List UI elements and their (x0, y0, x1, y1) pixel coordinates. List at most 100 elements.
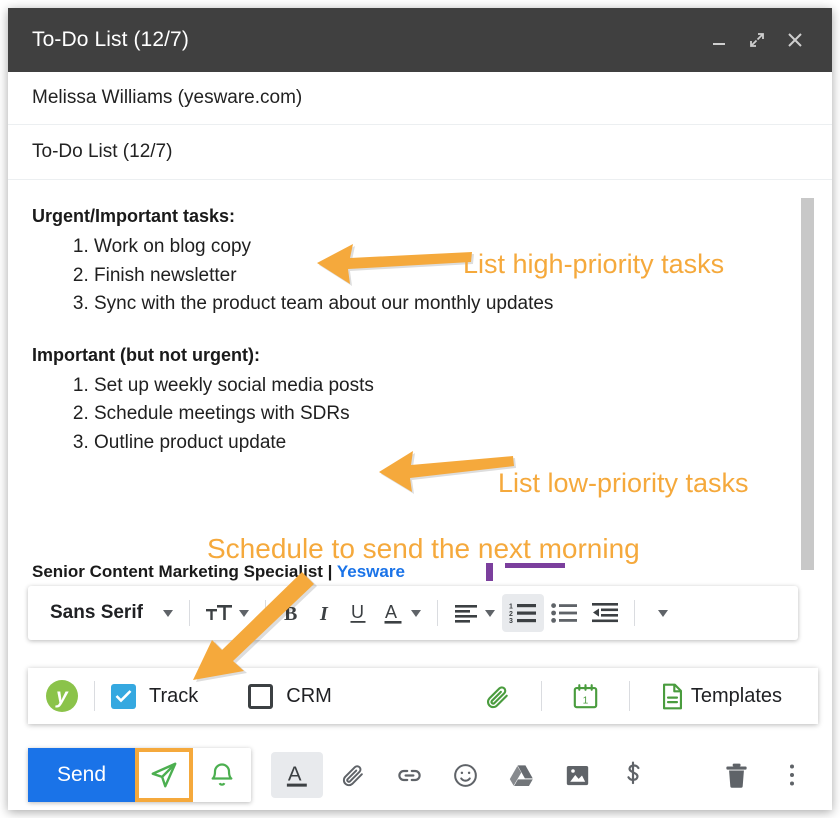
compose-titlebar: To-Do List (12/7) (8, 8, 832, 72)
insert-photo-icon[interactable] (551, 752, 603, 798)
minimize-button[interactable] (700, 20, 738, 60)
signature-company-link[interactable]: Yesware (337, 562, 405, 581)
subject-field[interactable]: To-Do List (12/7) (8, 125, 832, 180)
task-list-important: Set up weekly social media posts Schedul… (32, 372, 772, 458)
subject-value: To-Do List (12/7) (32, 141, 173, 162)
compose-screenshot: To-Do List (12/7) Melissa Williams (yesw (0, 0, 840, 818)
svg-text:I: I (319, 603, 329, 625)
bold-button[interactable]: B (275, 594, 309, 632)
align-left-icon (454, 605, 477, 623)
section-heading-important: Important (but not urgent): (32, 344, 260, 365)
font-family-label: Sans Serif (50, 602, 143, 623)
send-button-label: Send (57, 763, 107, 786)
svg-text:A: A (385, 602, 397, 622)
list-item: Work on blog copy (94, 233, 772, 262)
underline-icon: U (350, 602, 366, 623)
toolbar-divider (628, 681, 630, 711)
kebab-menu-icon (790, 764, 794, 786)
align-button[interactable] (447, 594, 502, 632)
insert-link-icon[interactable] (383, 752, 435, 798)
bulleted-list-button[interactable] (544, 594, 585, 632)
message-body[interactable]: Urgent/Important tasks: Work on blog cop… (8, 180, 832, 585)
toolbar-divider (94, 681, 95, 711)
trash-icon (725, 763, 747, 788)
svg-text:2: 2 (509, 611, 513, 618)
calendar-icon[interactable]: 1 (558, 683, 613, 710)
compose-window-title: To-Do List (12/7) (32, 28, 189, 51)
templates-button[interactable]: Templates (646, 683, 800, 710)
discard-draft-icon[interactable] (710, 752, 762, 798)
crm-checkbox-label: CRM (286, 684, 332, 707)
window-controls (700, 20, 814, 60)
toolbar-divider (540, 681, 542, 711)
dollar-icon (627, 761, 640, 785)
list-item: Finish newsletter (94, 262, 772, 291)
message-body-content: Urgent/Important tasks: Work on blog cop… (32, 206, 772, 483)
svg-text:A: A (288, 762, 302, 785)
chevron-down-icon (162, 609, 173, 617)
toolbar-divider (436, 600, 438, 626)
chevron-down-icon (410, 609, 421, 617)
task-list-urgent: Work on blog copy Finish newsletter Sync… (32, 233, 772, 319)
send-toolbar: Send A (28, 748, 818, 802)
compose-window: To-Do List (12/7) Melissa Williams (yesw (8, 8, 832, 810)
track-checkbox-box (111, 683, 136, 709)
list-item: Schedule meetings with SDRs (94, 400, 772, 429)
track-checkbox[interactable]: Track (111, 683, 199, 709)
insert-money-icon[interactable] (607, 752, 659, 798)
yesware-logo-letter: y (56, 684, 68, 708)
toolbar-divider (633, 600, 635, 626)
chevron-down-icon (238, 609, 249, 617)
send-later-button[interactable] (135, 748, 194, 802)
font-size-icon (205, 605, 232, 620)
underline-button[interactable]: U (341, 594, 375, 632)
list-item: Outline product update (94, 429, 772, 458)
templates-icon (662, 683, 682, 709)
signature-title: Senior Content Marketing Specialist (32, 562, 323, 581)
signature-accent-bar (486, 563, 493, 581)
attach-file-icon[interactable] (470, 683, 525, 710)
send-button[interactable]: Send (28, 748, 136, 802)
font-family-caret[interactable] (149, 594, 180, 632)
send-button-group: Send (28, 748, 252, 802)
bulleted-list-icon (551, 603, 577, 623)
indent-less-button[interactable] (585, 594, 625, 632)
reminder-bell-icon (211, 763, 233, 786)
text-color-button[interactable]: A (375, 594, 428, 632)
crm-checkbox-box (248, 683, 274, 709)
expand-button[interactable] (738, 20, 776, 60)
google-drive-icon[interactable] (495, 752, 547, 798)
indent-decrease-icon (591, 603, 618, 623)
toolbar-divider (188, 600, 190, 626)
close-button[interactable] (776, 20, 814, 60)
signature-divider: | (322, 562, 337, 581)
insert-emoji-icon[interactable] (439, 752, 491, 798)
list-item: Set up weekly social media posts (94, 372, 772, 401)
reminder-button[interactable] (193, 748, 251, 802)
formatting-options-icon[interactable]: A (271, 752, 324, 798)
numbered-list-icon: 1 2 3 (509, 604, 536, 624)
italic-icon: I (319, 603, 329, 625)
more-format-button[interactable] (644, 594, 675, 632)
svg-text:1: 1 (509, 604, 513, 611)
track-checkbox-label: Track (149, 684, 199, 707)
send-later-icon (151, 762, 177, 788)
crm-checkbox[interactable]: CRM (248, 683, 332, 709)
more-options-icon[interactable] (766, 752, 818, 798)
body-scrollbar-thumb[interactable] (801, 198, 814, 570)
yesware-toolbar: y Track CRM 1 Templates (28, 668, 818, 724)
italic-button[interactable]: I (309, 594, 341, 632)
signature-line: Senior Content Marketing Specialist | Ye… (32, 562, 405, 582)
font-family-dropdown[interactable]: Sans Serif (42, 594, 149, 632)
section-heading-urgent: Urgent/Important tasks: (32, 206, 236, 226)
attach-file-icon[interactable] (327, 752, 379, 798)
templates-label: Templates (690, 684, 782, 707)
formatting-toolbar: Sans Serif B I U A 1 2 3 (28, 586, 798, 640)
svg-text:U: U (351, 602, 364, 622)
recipient-field[interactable]: Melissa Williams (yesware.com) (8, 72, 832, 125)
yesware-right-tools: 1 Templates (470, 681, 800, 711)
list-item: Sync with the product team about our mon… (94, 290, 772, 319)
chevron-down-icon (484, 609, 495, 617)
numbered-list-button[interactable]: 1 2 3 (501, 594, 544, 632)
font-size-button[interactable] (199, 594, 256, 632)
